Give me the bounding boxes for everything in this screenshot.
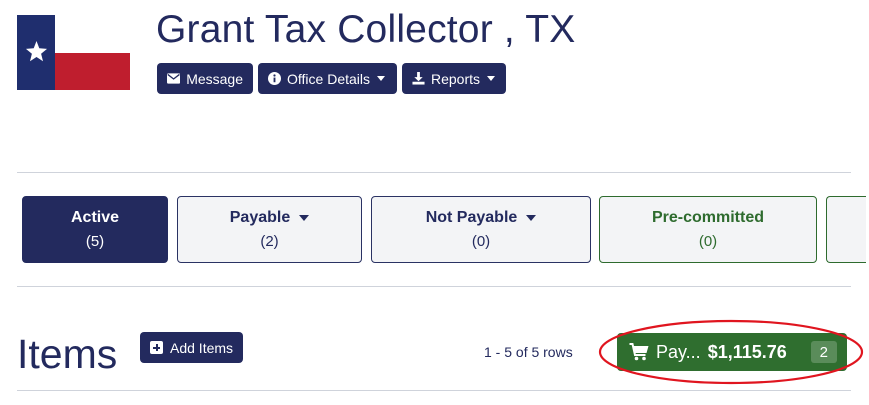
page-title: Grant Tax Collector , TX xyxy=(156,8,576,51)
flag-white-stripe xyxy=(55,15,130,53)
divider xyxy=(17,172,851,173)
pagination-summary: 1 - 5 of 5 rows xyxy=(484,344,573,360)
plus-square-icon xyxy=(150,341,163,354)
chevron-down-icon xyxy=(299,215,310,221)
office-details-button[interactable]: Office Details xyxy=(258,63,397,94)
add-items-label: Add Items xyxy=(170,339,234,356)
office-details-button-label: Office Details xyxy=(287,70,370,87)
tab-label: Not Payable xyxy=(425,209,518,226)
tab-label-wrap: Not Payable xyxy=(426,209,537,227)
tab-label-wrap: Payable xyxy=(229,209,310,227)
flag-red-stripe xyxy=(55,53,130,90)
reports-button[interactable]: Reports xyxy=(402,63,506,94)
texas-flag-logo xyxy=(17,15,130,90)
tab-next-partial[interactable] xyxy=(826,196,866,263)
tab-active[interactable]: Active (5) xyxy=(22,196,168,263)
download-icon xyxy=(412,72,425,85)
divider xyxy=(17,390,851,391)
tab-payable[interactable]: Payable (2) xyxy=(177,196,362,263)
reports-button-label: Reports xyxy=(431,70,481,87)
tab-not-payable[interactable]: Not Payable (0) xyxy=(371,196,591,263)
add-items-button[interactable]: Add Items xyxy=(140,332,244,363)
envelope-icon xyxy=(167,73,181,84)
tab-count: (2) xyxy=(260,233,279,250)
chevron-down-icon xyxy=(487,76,496,81)
tab-count: (0) xyxy=(471,233,491,250)
tab-label: Active xyxy=(70,209,120,226)
info-icon xyxy=(268,72,281,85)
items-heading: Items xyxy=(17,331,118,377)
chevron-down-icon xyxy=(377,76,385,81)
tab-count: (0) xyxy=(698,233,718,250)
tab-label: Payable xyxy=(229,209,291,226)
star-icon xyxy=(25,40,48,62)
tab-pre-committed[interactable]: Pre-committed (0) xyxy=(599,196,817,263)
chevron-down-icon xyxy=(526,215,537,221)
message-button[interactable]: Message xyxy=(157,63,253,94)
message-button-label: Message xyxy=(186,70,243,87)
divider xyxy=(17,286,851,287)
highlight-ellipse xyxy=(598,319,864,385)
tab-label: Pre-committed xyxy=(651,209,765,226)
tab-count: (5) xyxy=(85,233,105,250)
